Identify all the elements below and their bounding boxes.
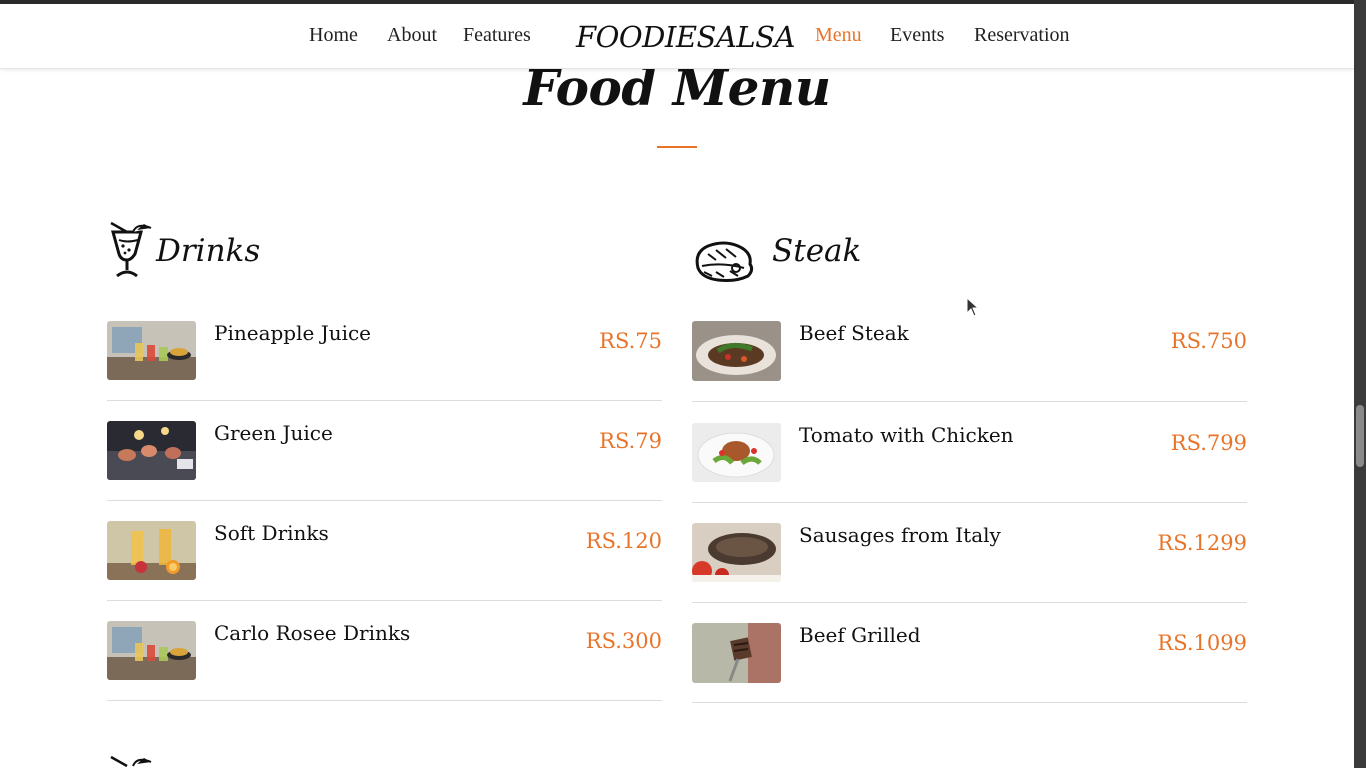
item-name: Carlo Rosee Drinks: [214, 621, 411, 645]
nav-home[interactable]: Home: [309, 24, 358, 47]
menu-item[interactable]: Green Juice RS.79: [107, 421, 662, 501]
juice-glasses-photo: [107, 521, 196, 580]
candlelit-glasses-photo: [107, 421, 196, 480]
chicken-salad-photo: [692, 423, 781, 482]
nav-features[interactable]: Features: [463, 24, 531, 47]
menu-item[interactable]: Beef Grilled RS.1099: [692, 623, 1247, 703]
category-title-steak: Steak: [772, 233, 862, 269]
menu-item[interactable]: Pineapple Juice RS.75: [107, 321, 662, 401]
item-price: RS.1299: [1157, 531, 1247, 555]
menu-item[interactable]: Soft Drinks RS.120: [107, 521, 662, 601]
brand-logo[interactable]: FOODIESALSA: [576, 20, 795, 54]
scrollbar-thumb[interactable]: [1356, 405, 1364, 467]
item-name: Pineapple Juice: [214, 321, 372, 345]
item-price: RS.300: [585, 629, 662, 653]
cocktail-glass-icon: [107, 752, 153, 768]
meat-tomato-photo: [692, 523, 781, 582]
nav-about[interactable]: About: [387, 24, 437, 47]
item-price: RS.120: [585, 529, 662, 553]
item-name: Soft Drinks: [214, 521, 329, 545]
grilled-beef-fork-photo: [692, 623, 781, 683]
scrollbar-track[interactable]: [1354, 0, 1366, 768]
item-price: RS.1099: [1157, 631, 1247, 655]
item-price: RS.75: [599, 329, 662, 353]
item-name: Green Juice: [214, 421, 333, 445]
mouse-cursor-icon: [966, 296, 980, 321]
steak-plate-photo: [692, 321, 781, 381]
item-price: RS.750: [1170, 329, 1247, 353]
drinks-table-photo: [107, 621, 196, 680]
item-name: Tomato with Chicken: [799, 423, 1014, 447]
nav-reservation[interactable]: Reservation: [974, 24, 1070, 47]
steak-icon: [692, 238, 758, 288]
menu-item[interactable]: Carlo Rosee Drinks RS.300: [107, 621, 662, 701]
title-divider: [657, 146, 697, 148]
drinks-table-photo: [107, 321, 196, 380]
category-title-drinks: Drinks: [156, 233, 261, 269]
menu-item[interactable]: Tomato with Chicken RS.799: [692, 423, 1247, 503]
nav-menu[interactable]: Menu: [815, 24, 862, 47]
item-price: RS.79: [599, 429, 662, 453]
item-name: Sausages from Italy: [799, 523, 1001, 547]
main-navbar: Home About Features FOODIESALSA Menu Eve…: [0, 4, 1354, 69]
item-price: RS.799: [1170, 431, 1247, 455]
item-name: Beef Grilled: [799, 623, 921, 647]
nav-events[interactable]: Events: [890, 24, 944, 47]
item-name: Beef Steak: [799, 321, 909, 345]
cocktail-glass-icon: [107, 218, 153, 284]
menu-item[interactable]: Beef Steak RS.750: [692, 321, 1247, 402]
menu-item[interactable]: Sausages from Italy RS.1299: [692, 523, 1247, 603]
